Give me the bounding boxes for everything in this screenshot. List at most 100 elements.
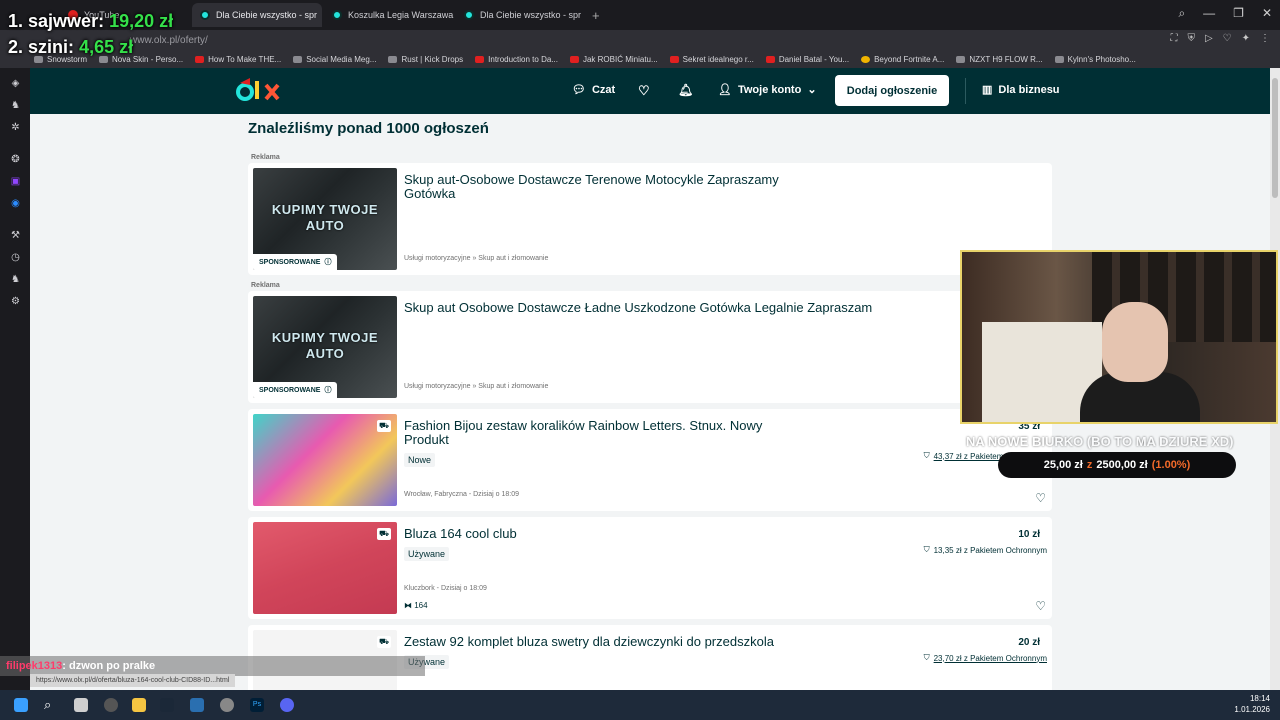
bookmark-item[interactable]: How To Make THE...	[195, 55, 281, 64]
listing-title[interactable]: Zestaw 92 komplet bluza swetry dla dziew…	[404, 635, 924, 649]
steam-icon[interactable]	[160, 698, 174, 712]
add-listing-button[interactable]: Dodaj ogłoszenie	[835, 75, 949, 106]
donation-goal-title: NA NOWE BIURKO (BO TO MA DZIURE XD)	[966, 434, 1234, 449]
listing-category: Usługi motoryzacyjne » Skup aut i złomow…	[404, 383, 549, 390]
listing-title[interactable]: Skup aut Osobowe Dostawcze Ładne Uszkodz…	[404, 301, 924, 315]
listing-card[interactable]: ⛟ Fashion Bijou zestaw koralików Rainbow…	[248, 409, 1052, 511]
close-icon[interactable]: ✕	[1262, 6, 1272, 21]
favorite-heart-icon[interactable]: ♡	[1035, 599, 1046, 613]
diamond-icon[interactable]: ◈	[10, 78, 21, 89]
clock-time[interactable]: 18:14	[1234, 693, 1270, 704]
bookmark-item[interactable]: Sekret idealnego r...	[669, 55, 754, 64]
wrench-icon[interactable]: ⚒	[10, 230, 21, 241]
listing-card[interactable]: ⛟ Bluza 164 cool club Używane Kluczbork …	[248, 517, 1052, 619]
task-view-icon[interactable]	[74, 698, 88, 712]
tab-olx-active[interactable]: Dla Ciebie wszystko - spr	[192, 3, 322, 27]
search-icon[interactable]: ⌕	[1178, 6, 1185, 21]
bookmark-item[interactable]: Kylnn's Photosho...	[1054, 54, 1136, 64]
tab-olx-legia[interactable]: Koszulka Legia Warszawa	[324, 3, 454, 27]
bookmark-label: Beyond Fortnite A...	[874, 54, 945, 64]
clock-date[interactable]: 1.01.2026	[1234, 704, 1270, 715]
heart-icon[interactable]: ♡	[1223, 33, 1232, 44]
screenshot-icon[interactable]: ⛶	[1170, 33, 1177, 44]
browser-icon[interactable]	[104, 698, 118, 712]
search-icon[interactable]: ⌕	[44, 698, 58, 712]
settings-icon[interactable]: ⚙	[10, 296, 21, 307]
sponsored-label: SPONSOROWANE	[259, 386, 321, 394]
minimize-icon[interactable]: —	[1203, 6, 1215, 21]
app-icon[interactable]	[190, 698, 204, 712]
listing-image[interactable]: ⛟	[253, 522, 397, 614]
shield-check-icon: ⛉	[923, 653, 930, 662]
shield-icon[interactable]: ⛨	[1187, 33, 1195, 44]
bookmark-icon	[293, 55, 303, 63]
system-tray: 18:14 1.01.2026	[1234, 693, 1270, 715]
ad-label: Reklama	[251, 282, 280, 289]
favorite-heart-icon[interactable]: ♡	[1035, 491, 1046, 505]
listing-image[interactable]: ⛟	[253, 414, 397, 506]
ranking-row: 1. sajwwer: 19,20 zł	[8, 8, 173, 34]
photoshop-icon[interactable]: Ps	[250, 698, 264, 712]
chatgpt-icon[interactable]: ❂	[10, 154, 21, 165]
discord-icon[interactable]	[280, 698, 294, 712]
youtube-icon	[765, 55, 775, 63]
windows-start-icon[interactable]	[14, 698, 28, 712]
chat-link[interactable]: 💬︎ Czat	[572, 83, 615, 97]
screen: YouTube Dla Ciebie wszystko - spr Koszul…	[0, 0, 1280, 720]
bookmark-item[interactable]: Rust | Kick Drops	[388, 55, 463, 64]
listing-card-ad-2[interactable]: KUPIMY TWOJE AUTO SPONSOROWANE ⓘ Skup au…	[248, 291, 1052, 403]
bookmark-label: Kylnn's Photosho...	[1067, 54, 1136, 64]
listing-image[interactable]: KUPIMY TWOJE AUTO SPONSOROWANE ⓘ	[253, 168, 397, 270]
tab-label: Dla Ciebie wszystko - spr	[216, 10, 318, 20]
new-tab-button[interactable]: +	[592, 8, 600, 23]
bookmark-item[interactable]: Beyond Fortnite A...	[861, 55, 944, 64]
tab-olx-2[interactable]: Dla Ciebie wszystko - spr	[456, 3, 586, 27]
twitch-icon[interactable]: ▣	[10, 176, 21, 187]
app-icon[interactable]	[220, 698, 234, 712]
bookmark-item[interactable]: Social Media Meg...	[293, 55, 376, 64]
protection-price[interactable]: ⛉ 23,70 zł z Pakietem Ochronnym	[924, 653, 1047, 663]
bookmark-label: NZXT H9 FLOW R...	[969, 54, 1043, 64]
olx-logo[interactable]	[236, 77, 284, 105]
goal-percent: (1.00%)	[1151, 459, 1191, 471]
address-bar: www.olx.pl/oferty/ ⛶ ⛨ ▷ ♡ ✦ ⋮	[0, 30, 1280, 50]
extensions-icon[interactable]: ✦	[1242, 33, 1250, 44]
protection-price[interactable]: ⛉ 13,35 zł z Pakietem Ochronnym	[924, 545, 1047, 555]
bookmarks-bar: Snowstorm Nova Skin - Perso... How To Make…	[0, 50, 1280, 68]
business-link[interactable]: ▥ Dla biznesu	[982, 83, 1060, 97]
business-label: Dla biznesu	[998, 83, 1060, 96]
account-menu[interactable]: 👤︎ Twoje konto ⌄	[718, 83, 817, 97]
listing-title[interactable]: Skup aut-Osobowe Dostawcze Terenowe Moto…	[404, 173, 794, 201]
goal-separator: z	[1086, 459, 1093, 471]
olx-icon	[332, 10, 342, 20]
listing-title[interactable]: Fashion Bijou zestaw koralików Rainbow L…	[404, 419, 794, 447]
bookmark-item[interactable]: NZXT H9 FLOW R...	[956, 54, 1043, 64]
info-icon[interactable]: ⓘ	[324, 257, 331, 267]
notifications-bell-icon[interactable]: 🔔︎	[678, 83, 693, 97]
scrollbar-thumb[interactable]	[1272, 78, 1278, 198]
maximize-icon[interactable]: ❐	[1233, 6, 1244, 21]
bookmark-icon	[861, 55, 871, 63]
bookmark-label: Rust | Kick Drops	[401, 54, 464, 64]
webcam-overlay	[960, 250, 1278, 424]
menu-icon[interactable]: ⋮	[1260, 33, 1270, 44]
listing-title[interactable]: Bluza 164 cool club	[404, 527, 794, 541]
tab-label: Dla Ciebie wszystko - spr	[480, 10, 582, 20]
chat-message: filipek1313 : dzwon po pralke	[0, 656, 425, 676]
info-icon[interactable]: ⓘ	[324, 385, 331, 395]
deer-icon[interactable]: ♞	[10, 274, 21, 285]
messenger-icon[interactable]: ◉	[10, 198, 21, 209]
bookmark-item[interactable]: Jak ROBIĆ Miniatu...	[569, 55, 658, 64]
donor-amount: 19,20 zł	[109, 11, 174, 31]
bookmark-item[interactable]: Daniel Batal - You...	[765, 55, 849, 64]
listing-card-ad-1[interactable]: KUPIMY TWOJE AUTO SPONSOROWANE ⓘ Skup au…	[248, 163, 1052, 275]
deer-icon[interactable]: ♞	[10, 100, 21, 111]
file-explorer-icon[interactable]	[132, 698, 146, 712]
play-icon[interactable]: ▷	[1205, 33, 1213, 44]
listing-image[interactable]: KUPIMY TWOJE AUTO SPONSOROWANE ⓘ	[253, 296, 397, 398]
chat-text: : dzwon po pralke	[62, 660, 156, 672]
bookmark-item[interactable]: Introduction to Da...	[475, 55, 558, 64]
clock-icon[interactable]: ◷	[10, 252, 21, 263]
favorites-heart-icon[interactable]: ♡	[638, 83, 650, 99]
star-icon[interactable]: ✲	[10, 122, 21, 133]
